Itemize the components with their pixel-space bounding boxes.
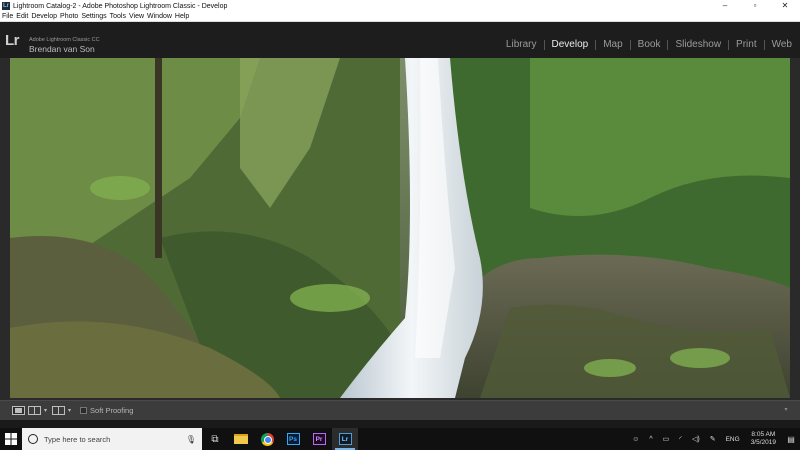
- soft-proofing-label: Soft Proofing: [90, 406, 134, 415]
- menu-help[interactable]: Help: [175, 13, 189, 20]
- module-slideshow[interactable]: Slideshow: [675, 39, 721, 50]
- chevron-down-icon[interactable]: ▾: [44, 407, 47, 414]
- people-icon[interactable]: ☺: [632, 436, 639, 443]
- windows-start-button[interactable]: [0, 428, 22, 450]
- notifications-icon[interactable]: ▤: [782, 435, 800, 444]
- chevron-down-icon[interactable]: ▾: [68, 407, 71, 414]
- menu-bar: File Edit Develop Photo Settings Tools V…: [0, 12, 800, 22]
- volume-icon[interactable]: ◁): [692, 435, 700, 443]
- language-indicator[interactable]: ENG: [726, 436, 740, 443]
- clock-time: 8:05 AM: [751, 431, 776, 438]
- wifi-icon[interactable]: ◜: [679, 435, 682, 443]
- microphone-icon[interactable]: 🎙: [186, 435, 196, 444]
- lightroom-logo: Lr: [5, 32, 20, 49]
- taskbar-lightroom[interactable]: Lr: [332, 428, 358, 450]
- window-controls: – ▫ ✕: [710, 0, 800, 12]
- module-separator: [667, 39, 669, 50]
- chrome-icon: [260, 432, 274, 446]
- module-separator: [543, 39, 545, 50]
- cortana-icon: [28, 434, 38, 444]
- clock-date: 3/5/2019: [750, 439, 776, 446]
- lightroom-app-icon: Lr: [2, 2, 10, 10]
- windows-logo-icon: [5, 433, 17, 445]
- module-book[interactable]: Book: [638, 39, 661, 50]
- menu-view[interactable]: View: [129, 13, 144, 20]
- search-placeholder: Type here to search: [44, 434, 111, 444]
- develop-toolbar: ▾ ▾ Soft Proofing ▾: [0, 400, 800, 420]
- soft-proofing-checkbox[interactable]: [80, 407, 88, 414]
- taskbar-photoshop[interactable]: Ps: [280, 428, 306, 450]
- top-panel: Lr Adobe Lightroom Classic CC Brendan va…: [0, 22, 800, 58]
- taskbar-premiere[interactable]: Pr: [306, 428, 332, 450]
- menu-settings[interactable]: Settings: [81, 13, 106, 20]
- windows-taskbar: Type here to search 🎙 ⧉ Ps Pr Lr ☺ ^ ▭ ◜…: [0, 428, 800, 450]
- module-web[interactable]: Web: [772, 39, 792, 50]
- module-separator: [728, 39, 730, 50]
- module-picker: Library Develop Map Book Slideshow Print…: [506, 39, 792, 50]
- taskbar-file-explorer[interactable]: [228, 428, 254, 450]
- window-title-bar: Lr Lightroom Catalog-2 - Adobe Photoshop…: [0, 0, 800, 12]
- lightroom-icon: Lr: [338, 433, 352, 445]
- window-title: Lightroom Catalog-2 - Adobe Photoshop Li…: [13, 2, 228, 10]
- menu-edit[interactable]: Edit: [16, 13, 28, 20]
- module-develop[interactable]: Develop: [552, 39, 589, 50]
- module-separator: [763, 39, 765, 50]
- photoshop-icon: Ps: [286, 433, 300, 445]
- loupe-view-icon[interactable]: [12, 406, 25, 415]
- menu-window[interactable]: Window: [147, 13, 172, 20]
- close-button[interactable]: ✕: [770, 0, 800, 12]
- menu-tools[interactable]: Tools: [110, 13, 126, 20]
- task-view-icon: ⧉: [211, 433, 219, 445]
- toolbar-menu-icon[interactable]: ▾: [780, 406, 792, 415]
- menu-photo[interactable]: Photo: [60, 13, 78, 20]
- battery-icon[interactable]: ▭: [663, 435, 670, 443]
- maximize-button[interactable]: ▫: [740, 0, 770, 12]
- module-separator: [595, 39, 597, 50]
- waterfall-photo[interactable]: [10, 58, 790, 398]
- module-map[interactable]: Map: [603, 39, 622, 50]
- folder-icon: [234, 434, 248, 444]
- module-print[interactable]: Print: [736, 39, 757, 50]
- taskbar-search-box[interactable]: Type here to search 🎙: [22, 428, 202, 450]
- menu-file[interactable]: File: [2, 13, 13, 20]
- module-library[interactable]: Library: [506, 39, 537, 50]
- task-view-button[interactable]: ⧉: [202, 428, 228, 450]
- before-after-split-icon[interactable]: [52, 406, 66, 415]
- product-name: Adobe Lightroom Classic CC: [29, 37, 100, 43]
- develop-image-area: [0, 58, 800, 400]
- module-separator: [629, 39, 631, 50]
- system-tray: ☺ ^ ▭ ◜ ◁) ✎ ENG 8:05 AM 3/5/2019 ▤: [627, 428, 800, 450]
- before-after-icon[interactable]: [28, 406, 41, 415]
- pen-icon[interactable]: ✎: [710, 435, 716, 443]
- menu-develop[interactable]: Develop: [31, 13, 57, 20]
- identity-plate-user: Brendan van Son: [29, 44, 95, 54]
- filmstrip-collapsed: [0, 420, 800, 428]
- taskbar-clock[interactable]: 8:05 AM 3/5/2019: [751, 431, 776, 447]
- taskbar-chrome[interactable]: [254, 428, 280, 450]
- chevron-up-icon[interactable]: ^: [649, 436, 652, 443]
- minimize-button[interactable]: –: [710, 0, 740, 12]
- premiere-icon: Pr: [312, 433, 326, 445]
